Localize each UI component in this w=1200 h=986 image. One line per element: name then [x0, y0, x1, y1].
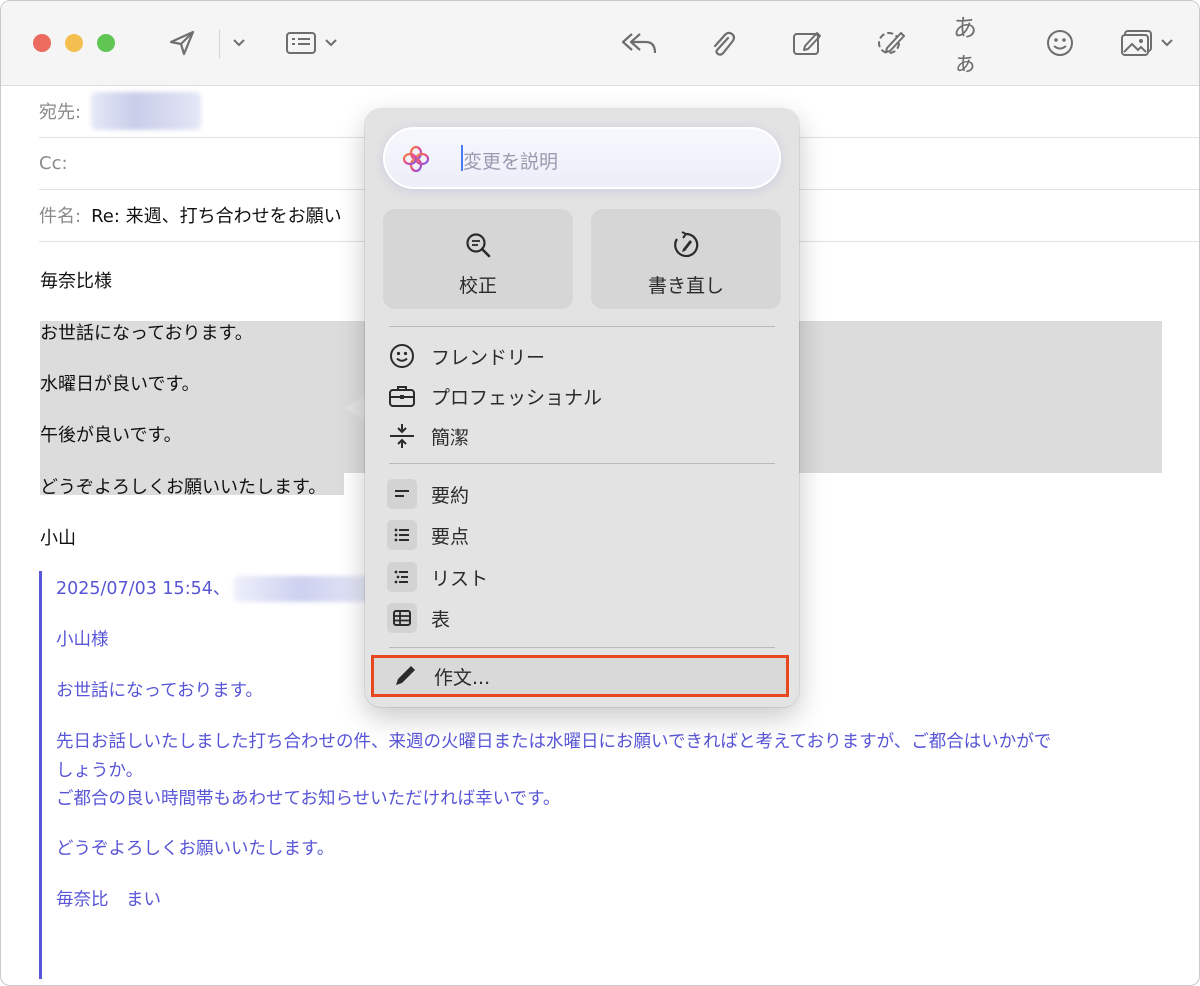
- menu-item-key-points[interactable]: 要点: [387, 517, 777, 553]
- header-fields-icon[interactable]: [283, 25, 319, 61]
- toolbar-separator: [219, 29, 220, 59]
- menu-item-compose[interactable]: 作文...: [371, 655, 789, 697]
- table-icon: [387, 603, 417, 633]
- describe-change-placeholder: 変更を説明: [463, 151, 559, 173]
- menu-divider: [389, 647, 775, 648]
- writing-tools-icon[interactable]: [873, 25, 909, 61]
- rewrite-label: 書き直し: [647, 275, 724, 297]
- menu-item-label: 要約: [431, 484, 470, 507]
- close-window-button[interactable]: [33, 34, 51, 52]
- mail-compose-window: あぁ 宛先: Cc: 件名: Re: 来週、打ち合わせをお願い 毎奈比様 お世話…: [0, 0, 1200, 986]
- body-line: お世話になっております。: [40, 323, 253, 344]
- format-icon[interactable]: あぁ: [953, 14, 999, 77]
- concise-icon: [387, 421, 417, 451]
- minimize-window-button[interactable]: [65, 34, 83, 52]
- quote-line: ご都合の良い時間帯もあわせてお知らせいただければ幸いです。: [56, 789, 561, 809]
- quote-line: お世話になっております。: [56, 681, 263, 701]
- menu-item-label: フレンドリー: [431, 346, 546, 369]
- quote-line: 先日お話しいたしました打ち合わせの件、来週の火曜日または水曜日にお願いできればと…: [56, 732, 1052, 752]
- quote-date: 2025/07/03 15:54、: [56, 579, 231, 599]
- quote-date-line: 2025/07/03 15:54、: [56, 575, 385, 602]
- menu-item-friendly[interactable]: フレンドリー: [387, 338, 777, 374]
- menu-item-summary[interactable]: 要約: [387, 476, 777, 512]
- subject-label: 件名:: [39, 206, 82, 227]
- compose-label: 作文...: [434, 666, 491, 689]
- chevron-down-icon[interactable]: [229, 25, 249, 61]
- attachment-icon[interactable]: [705, 25, 739, 61]
- quote-salutation: 小山様: [56, 630, 109, 650]
- menu-item-table[interactable]: 表: [387, 600, 777, 636]
- chevron-down-icon[interactable]: [1157, 25, 1177, 61]
- describe-change-input[interactable]: 変更を説明: [383, 127, 781, 189]
- chevron-down-icon[interactable]: [321, 25, 341, 61]
- send-icon[interactable]: [165, 25, 199, 61]
- quote-line: しょうか。: [56, 761, 144, 781]
- menu-item-list[interactable]: リスト: [387, 559, 777, 595]
- menu-item-label: 簡潔: [431, 426, 470, 449]
- proofread-button[interactable]: 校正: [383, 209, 573, 309]
- menu-item-label: 要点: [431, 525, 470, 548]
- writing-tools-popover: 変更を説明 校正 書き直し フレンドリー プロフェッショナル 簡潔 要約 要点 …: [365, 109, 799, 707]
- greeting: 毎奈比様: [40, 271, 112, 292]
- reply-all-icon[interactable]: [619, 25, 659, 61]
- subject-value[interactable]: Re: 来週、打ち合わせをお願い: [91, 202, 342, 228]
- markup-icon[interactable]: [789, 25, 825, 61]
- menu-divider: [389, 463, 775, 464]
- popover-arrow: [345, 394, 366, 422]
- menu-item-concise[interactable]: 簡潔: [387, 418, 777, 454]
- recipient-token[interactable]: [91, 92, 202, 130]
- quote-closing: どうぞよろしくお願いいたします。: [56, 839, 335, 859]
- proofread-label: 校正: [458, 275, 497, 297]
- smiley-icon: [387, 341, 417, 371]
- quote-sender-email: [234, 576, 385, 602]
- emoji-icon[interactable]: [1043, 25, 1077, 61]
- rewrite-icon: [672, 231, 700, 263]
- apple-intelligence-icon: [401, 144, 431, 178]
- menu-divider: [389, 326, 775, 327]
- signature: 小山: [40, 528, 76, 549]
- body-line: 水曜日が良いです。: [40, 374, 200, 395]
- cc-label: Cc:: [39, 152, 68, 174]
- pencil-icon: [390, 661, 420, 691]
- menu-item-label: 表: [431, 608, 451, 631]
- body-line: 午後が良いです。: [40, 425, 182, 446]
- magnifier-icon: [464, 231, 492, 263]
- toolbar: あぁ: [1, 1, 1199, 86]
- quote-sender: 毎奈比 まい: [56, 890, 161, 910]
- to-label: 宛先:: [39, 102, 82, 123]
- zoom-window-button[interactable]: [97, 34, 115, 52]
- photo-icon[interactable]: [1119, 25, 1155, 61]
- menu-item-professional[interactable]: プロフェッショナル: [387, 378, 777, 414]
- list-icon: [387, 562, 417, 592]
- quote-bar: [39, 571, 42, 979]
- rewrite-button[interactable]: 書き直し: [591, 209, 781, 309]
- briefcase-icon: [387, 381, 417, 411]
- key-points-icon: [387, 520, 417, 550]
- body-line: どうぞよろしくお願いいたします。: [40, 477, 327, 498]
- menu-item-label: リスト: [431, 567, 489, 590]
- menu-item-label: プロフェッショナル: [431, 386, 603, 409]
- summary-icon: [387, 479, 417, 509]
